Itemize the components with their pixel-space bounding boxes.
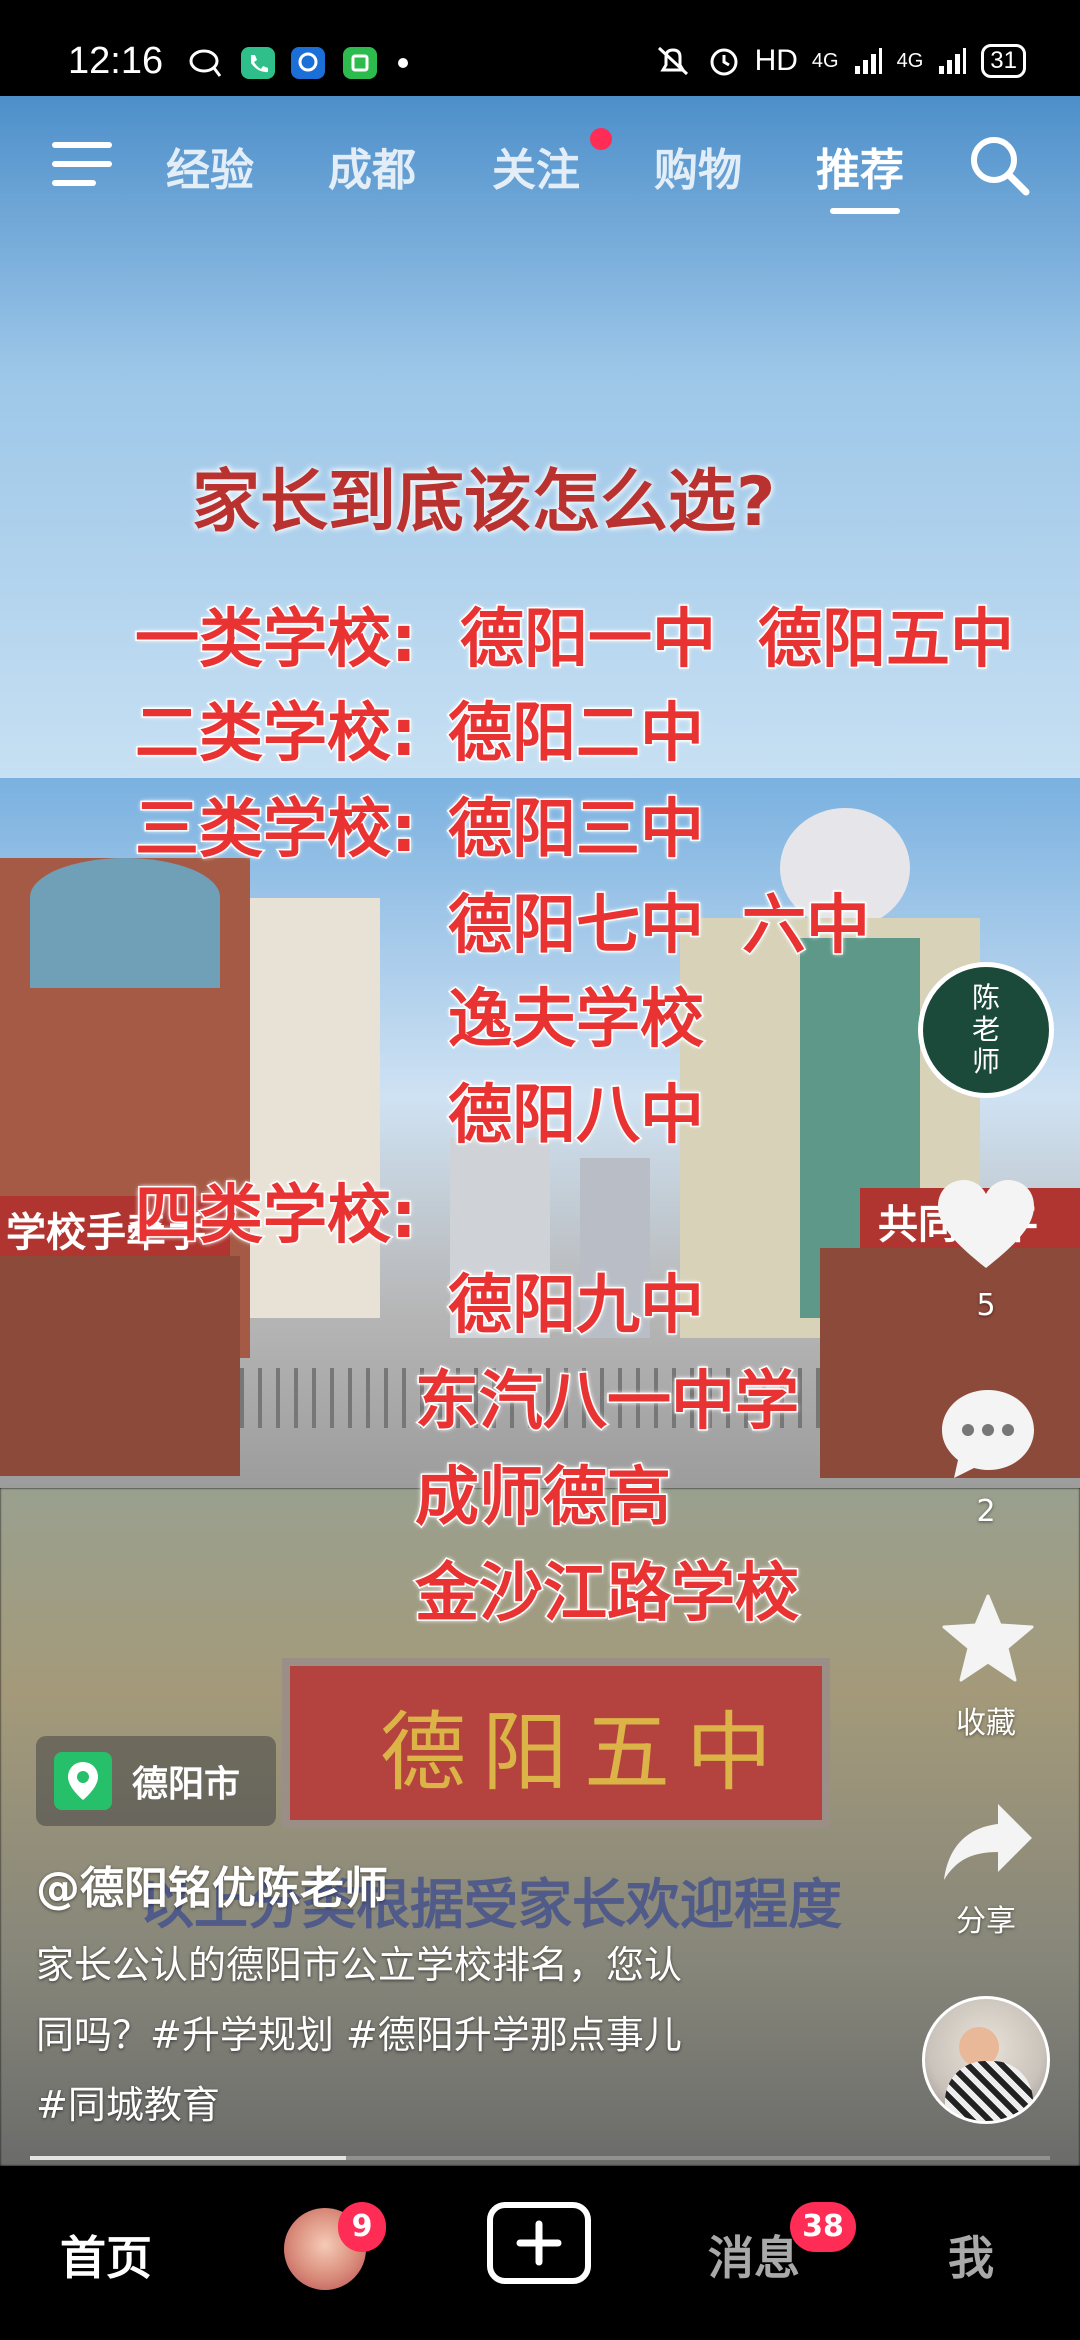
chat-bubble-icon xyxy=(189,49,222,77)
tab-experience[interactable]: 经验 xyxy=(166,134,254,198)
left-gate-pillar xyxy=(0,1256,240,1476)
phone-app-icon xyxy=(241,47,275,79)
nav-home[interactable]: 首页 xyxy=(60,2222,152,2288)
author-avatar[interactable]: 陈 老 师 xyxy=(918,962,1054,1098)
network-4g-2: 4G xyxy=(896,49,924,72)
plus-icon xyxy=(516,2220,562,2266)
location-pin-icon xyxy=(54,1752,112,1810)
comment-icon[interactable] xyxy=(938,1386,1038,1482)
overlay-line: 德阳三中 xyxy=(447,792,706,869)
network-4g-1: 4G xyxy=(811,49,839,72)
search-icon[interactable] xyxy=(966,132,1032,198)
author-handle[interactable]: @德阳铭优陈老师 xyxy=(36,1852,388,1916)
music-disc-avatar[interactable] xyxy=(922,1996,1050,2124)
overlay-line: 德阳一中 xyxy=(459,602,718,679)
favorite-label: 收藏 xyxy=(956,1706,1016,1741)
friends-badge: 9 xyxy=(338,2202,386,2252)
overlay-line: 德阳二中 xyxy=(447,696,706,773)
description-line: 家长公认的德阳市公立学校排名，您认 xyxy=(36,1943,683,1987)
disc-outfit xyxy=(945,2061,1033,2121)
tab-shopping[interactable]: 购物 xyxy=(654,134,742,198)
overlay-line: 成师德高 xyxy=(414,1460,673,1537)
create-post-button[interactable] xyxy=(487,2202,591,2284)
avatar-char: 陈 xyxy=(971,981,1000,1014)
overlay-line: 一类学校: xyxy=(134,602,419,679)
shop-app-icon xyxy=(343,47,377,79)
status-right: HD 4G 4G 31 xyxy=(653,44,1026,78)
like-count: 5 xyxy=(976,1288,996,1323)
nav-messages[interactable]: 消息 xyxy=(708,2222,800,2288)
overlay-line: 德阳八中 xyxy=(447,1078,706,1155)
mute-bell-icon xyxy=(657,46,688,76)
avatar-char: 师 xyxy=(971,1045,1000,1078)
overlay-line: 东汽八一中学 xyxy=(414,1364,801,1441)
following-unread-dot xyxy=(590,128,612,150)
battery-indicator: 31 xyxy=(981,44,1026,78)
nav-me[interactable]: 我 xyxy=(948,2222,994,2288)
comment-count: 2 xyxy=(976,1494,996,1529)
overlay-title: 家长到底该怎么选? xyxy=(192,463,776,542)
left-tower xyxy=(30,858,220,988)
top-nav: 经验 成都 关注 购物 推荐 xyxy=(0,96,1080,226)
notification-dot-icon xyxy=(398,58,408,68)
tab-chengdu[interactable]: 成都 xyxy=(328,134,416,198)
bank-app-icon xyxy=(291,47,325,79)
video-progress-fill xyxy=(30,2156,347,2160)
location-tag[interactable]: 德阳市 xyxy=(36,1736,276,1826)
post-description[interactable]: 家长公认的德阳市公立学校排名，您认 同吗？#升学规划 #德阳升学那点事儿 #同城… xyxy=(36,1930,836,2140)
overlay-line: 德阳九中 xyxy=(447,1268,706,1345)
tab-recommend[interactable]: 推荐 xyxy=(816,134,904,198)
menu-icon[interactable] xyxy=(52,142,112,188)
alarm-icon xyxy=(710,48,738,76)
overlay-line: 六中 xyxy=(741,888,872,965)
overlay-line: 德阳七中 xyxy=(447,888,706,965)
overlay-line: 二类学校: xyxy=(134,696,419,773)
overlay-line: 金沙江路学校 xyxy=(414,1556,801,1633)
gate-sign-text: 德阳五中 xyxy=(380,1703,788,1803)
hd-indicator: HD xyxy=(754,44,798,77)
messages-badge: 38 xyxy=(790,2202,856,2252)
tab-following[interactable]: 关注 xyxy=(492,134,580,198)
avatar-char: 老 xyxy=(971,1013,1000,1046)
status-bar: 12:16 HD 4G 4G 31 xyxy=(0,0,1080,96)
overlay-line: 四类学校: xyxy=(134,1178,419,1255)
location-label: 德阳市 xyxy=(132,1764,241,1805)
share-label: 分享 xyxy=(956,1904,1016,1939)
video-progress-bar[interactable] xyxy=(30,2156,1050,2160)
signal-icon-1 xyxy=(854,48,882,74)
overlay-line: 逸夫学校 xyxy=(447,982,706,1059)
like-heart-icon[interactable] xyxy=(936,1178,1036,1272)
share-arrow-icon[interactable] xyxy=(942,1800,1034,1884)
overlay-line: 德阳五中 xyxy=(757,602,1016,679)
status-time: 12:16 xyxy=(68,40,164,82)
overlay-line: 三类学校: xyxy=(134,792,419,869)
bottom-nav: 首页 9 消息 38 我 xyxy=(0,2166,1080,2340)
description-line: #同城教育 xyxy=(36,2083,220,2127)
favorite-star-icon[interactable] xyxy=(942,1594,1034,1682)
signal-icon-2 xyxy=(939,48,967,74)
active-tab-indicator xyxy=(830,208,900,214)
description-line: 同吗？#升学规划 #德阳升学那点事儿 xyxy=(36,2013,682,2057)
